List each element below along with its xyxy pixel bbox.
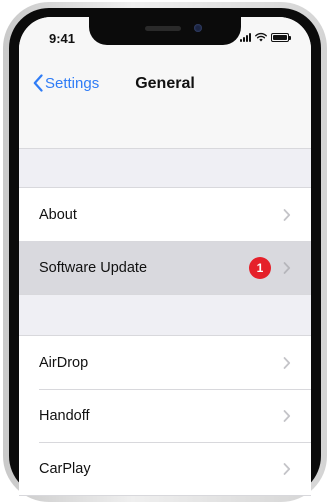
earpiece-speaker [145,26,181,31]
chevron-right-icon [283,261,291,274]
row-label: Software Update [39,259,148,276]
settings-row-carplay[interactable]: CarPlay [19,442,311,495]
status-time: 9:41 [49,31,76,46]
row-label: About [39,206,77,223]
battery-icon [271,33,291,42]
chevron-right-icon [283,356,291,369]
wifi-icon [255,32,267,42]
settings-row-software-update[interactable]: Software Update 1 [19,241,311,294]
row-label: Handoff [39,407,90,424]
cellular-signal-icon [240,33,251,42]
notch [89,17,241,45]
notification-badge: 1 [249,256,271,279]
navigation-bar [19,57,311,149]
chevron-right-icon [283,208,291,221]
phone-frame: 9:41 Settings General About Software Upd… [3,2,327,502]
settings-group-2: AirDrop Handoff CarPlay [19,335,311,496]
settings-group-1: About Software Update 1 [19,187,311,295]
phone-screen: 9:41 Settings General About Software Upd… [19,17,311,496]
page-title: General [135,75,195,92]
phone-bezel: 9:41 Settings General About Software Upd… [9,8,321,496]
row-label: CarPlay [39,460,91,477]
chevron-right-icon [283,409,291,422]
settings-row-handoff[interactable]: Handoff [19,389,311,442]
settings-row-about[interactable]: About [19,188,311,241]
chevron-right-icon [283,462,291,475]
settings-row-airdrop[interactable]: AirDrop [19,336,311,389]
row-label: AirDrop [39,354,89,371]
front-camera [194,24,202,32]
status-icons [240,32,291,42]
